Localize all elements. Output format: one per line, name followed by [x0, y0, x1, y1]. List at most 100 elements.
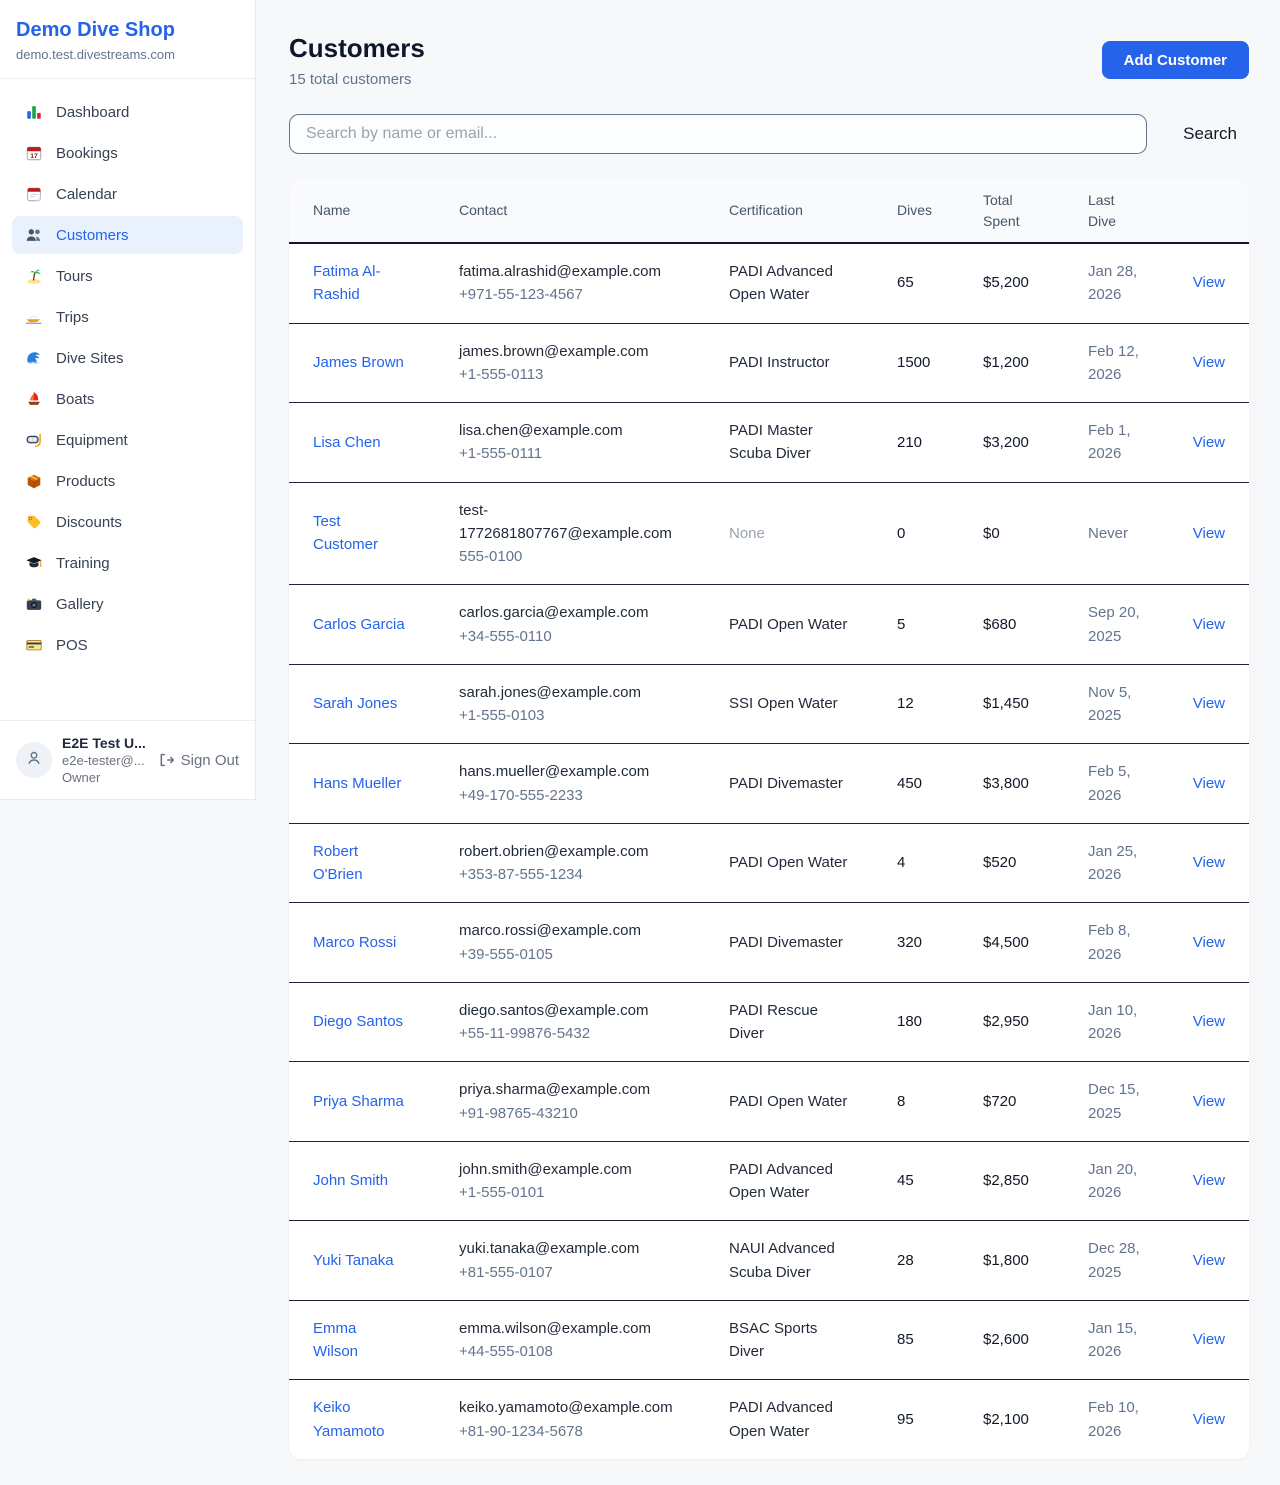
customer-last-dive: Jan 15, 2026	[1088, 1301, 1166, 1380]
sidebar-item-calendar[interactable]: Calendar	[12, 175, 243, 213]
customer-email: priya.sharma@example.com	[459, 1078, 674, 1101]
customer-name-link[interactable]: Emma Wilson	[313, 1320, 358, 1360]
sidebar-item-boats[interactable]: Boats	[12, 380, 243, 418]
view-link[interactable]: View	[1193, 274, 1225, 291]
search-row: Search	[289, 114, 1249, 154]
view-link[interactable]: View	[1193, 1252, 1225, 1269]
column-header-actions	[1166, 201, 1225, 221]
sidebar-item-discounts[interactable]: Discounts	[12, 503, 243, 541]
add-customer-button[interactable]: Add Customer	[1102, 41, 1249, 79]
view-cell: View	[1166, 994, 1225, 1049]
table-row: Test Customer test-1772681807767@example…	[289, 482, 1249, 585]
customer-name-link[interactable]: Diego Santos	[313, 1013, 403, 1030]
sidebar-item-training[interactable]: Training	[12, 544, 243, 582]
avatar	[16, 742, 52, 778]
search-input[interactable]	[289, 114, 1147, 154]
customer-name-link[interactable]: Fatima Al-Rashid	[313, 263, 381, 303]
view-link[interactable]: View	[1193, 1331, 1225, 1348]
customer-name-cell: Emma Wilson	[313, 1301, 459, 1380]
customer-name-link[interactable]: Yuki Tanaka	[313, 1252, 394, 1269]
customer-last-dive: Nov 5, 2025	[1088, 665, 1166, 744]
customer-name-link[interactable]: Marco Rossi	[313, 934, 396, 951]
customer-total-spent: $2,850	[983, 1153, 1088, 1208]
table-body: Fatima Al-Rashid fatima.alrashid@example…	[289, 244, 1249, 1459]
column-header-total-spent: Total Spent	[983, 180, 1088, 242]
customer-contact-cell: john.smith@example.com +1-555-0101	[459, 1142, 729, 1221]
view-link[interactable]: View	[1193, 1411, 1225, 1428]
customer-dives: 28	[897, 1233, 983, 1288]
sidebar-item-trips[interactable]: Trips	[12, 298, 243, 336]
customer-name-link[interactable]: Priya Sharma	[313, 1093, 404, 1110]
customer-total-spent: $1,450	[983, 676, 1088, 731]
person-icon	[25, 749, 43, 772]
sidebar-item-bookings[interactable]: 17 Bookings	[12, 134, 243, 172]
customer-name-link[interactable]: Lisa Chen	[313, 434, 381, 451]
view-link[interactable]: View	[1193, 1093, 1225, 1110]
sidebar-item-products[interactable]: Products	[12, 462, 243, 500]
customer-total-spent: $2,100	[983, 1392, 1088, 1447]
customer-contact-cell: marco.rossi@example.com +39-555-0105	[459, 903, 729, 982]
customer-contact-cell: sarah.jones@example.com +1-555-0103	[459, 665, 729, 744]
table-row: Yuki Tanaka yuki.tanaka@example.com +81-…	[289, 1220, 1249, 1300]
search-button[interactable]: Search	[1171, 118, 1249, 150]
wave-icon	[24, 348, 44, 368]
sidebar-item-gallery[interactable]: Gallery	[12, 585, 243, 623]
view-link[interactable]: View	[1193, 934, 1225, 951]
svg-text:17: 17	[30, 153, 38, 160]
customer-dives: 95	[897, 1392, 983, 1447]
customer-phone: 555-0100	[459, 545, 674, 568]
view-link[interactable]: View	[1193, 1013, 1225, 1030]
customer-certification: None	[729, 506, 897, 561]
view-link[interactable]: View	[1193, 525, 1225, 542]
sidebar-item-label: Bookings	[56, 145, 118, 162]
view-cell: View	[1166, 676, 1225, 731]
view-link[interactable]: View	[1193, 695, 1225, 712]
sidebar-item-equipment[interactable]: Equipment	[12, 421, 243, 459]
customer-name-link[interactable]: Keiko Yamamoto	[313, 1399, 384, 1439]
customer-email: john.smith@example.com	[459, 1158, 674, 1181]
view-cell: View	[1166, 335, 1225, 390]
sidebar: Demo Dive Shop demo.test.divestreams.com…	[0, 0, 256, 800]
sidebar-item-tours[interactable]: Tours	[12, 257, 243, 295]
customer-contact-cell: emma.wilson@example.com +44-555-0108	[459, 1301, 729, 1380]
sign-out-button[interactable]: Sign Out	[157, 751, 239, 769]
palm-island-icon	[24, 266, 44, 286]
view-link[interactable]: View	[1193, 1172, 1225, 1189]
sidebar-item-customers[interactable]: Customers	[12, 216, 243, 254]
view-link[interactable]: View	[1193, 434, 1225, 451]
page-title: Customers	[289, 34, 425, 63]
customer-last-dive: Jan 25, 2026	[1088, 824, 1166, 903]
calendar-date-icon: 17	[24, 143, 44, 163]
customer-last-dive: Feb 5, 2026	[1088, 744, 1166, 823]
sidebar-item-label: Trips	[56, 309, 89, 326]
customer-name-link[interactable]: Hans Mueller	[313, 775, 401, 792]
customer-name-link[interactable]: Sarah Jones	[313, 695, 397, 712]
customer-name-link[interactable]: Carlos Garcia	[313, 616, 405, 633]
sidebar-item-label: Customers	[56, 227, 129, 244]
customer-total-spent: $2,950	[983, 994, 1088, 1049]
dive-mask-icon	[24, 430, 44, 450]
view-link[interactable]: View	[1193, 854, 1225, 871]
customer-name-link[interactable]: John Smith	[313, 1172, 388, 1189]
customer-name-cell: Keiko Yamamoto	[313, 1380, 459, 1459]
customer-name-link[interactable]: James Brown	[313, 354, 404, 371]
customer-phone: +1-555-0101	[459, 1181, 674, 1204]
customer-phone: +44-555-0108	[459, 1340, 674, 1363]
customer-name-link[interactable]: Test Customer	[313, 513, 378, 553]
sidebar-item-label: Products	[56, 473, 115, 490]
customer-phone: +34-555-0110	[459, 625, 674, 648]
customer-phone: +49-170-555-2233	[459, 784, 674, 807]
customer-certification: PADI Open Water	[729, 1074, 897, 1129]
sidebar-item-pos[interactable]: POS	[12, 626, 243, 664]
customer-total-spent: $1,800	[983, 1233, 1088, 1288]
customer-total-spent: $1,200	[983, 335, 1088, 390]
view-cell: View	[1166, 1233, 1225, 1288]
view-link[interactable]: View	[1193, 354, 1225, 371]
camera-icon	[24, 594, 44, 614]
sidebar-item-dive-sites[interactable]: Dive Sites	[12, 339, 243, 377]
view-link[interactable]: View	[1193, 775, 1225, 792]
view-link[interactable]: View	[1193, 616, 1225, 633]
customer-name-link[interactable]: Robert O'Brien	[313, 843, 363, 883]
customer-email: lisa.chen@example.com	[459, 419, 674, 442]
sidebar-item-dashboard[interactable]: Dashboard	[12, 93, 243, 131]
